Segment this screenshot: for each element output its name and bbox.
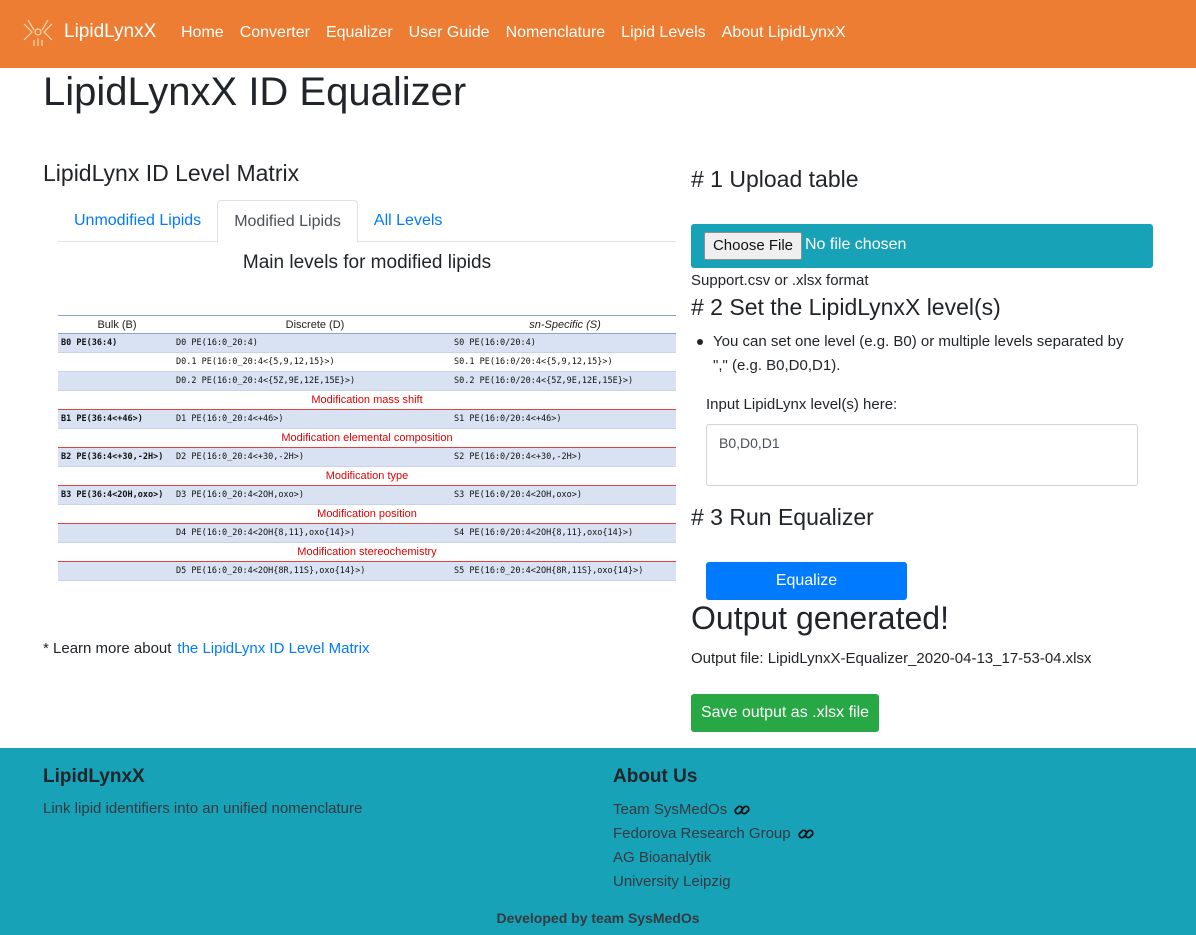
matrix-section-row: Modification elemental composition — [58, 429, 676, 448]
matrix-row: D0.1 PE(16:0_20:4<{5,9,12,15}>) S0.1 PE(1… — [58, 353, 676, 372]
footer-link-label: Fedorova Research Group — [613, 825, 791, 842]
step1-heading: # 1 Upload table — [691, 166, 859, 192]
nav-user-guide[interactable]: User Guide — [409, 24, 490, 42]
matrix-row: D5 PE(16:0_20:4<2OH{8R,11S},oxo{14}>) S5 … — [58, 562, 676, 581]
matrix-cell: S3 PE(16:0/20:4<2OH,oxo>) — [454, 490, 582, 500]
link-icon — [734, 805, 750, 815]
matrix-cell: D0.2 PE(16:0_20:4<{5Z,9E,12E,15E}>) — [176, 376, 356, 386]
matrix-cell: S4 PE(16:0/20:4<2OH{8,11},oxo{14}>) — [454, 528, 634, 538]
footer-about-title: About Us — [613, 766, 698, 787]
matrix-row: B2 PE(36:4<+30,-2H>) D2 PE(16:0_20:4<+30,… — [58, 448, 676, 467]
footer-link-label: AG Bioanalytik — [613, 849, 712, 866]
footer-link-sysmedos[interactable]: Team SysMedOs — [613, 798, 815, 822]
matrix-row: D4 PE(16:0_20:4<2OH{8,11},oxo{14}>) S4 PE… — [58, 524, 676, 543]
matrix-row: B0 PE(36:4) D0 PE(16:0_20:4) S0 PE(16:0/20… — [58, 334, 676, 353]
learn-more: * Learn more about the LipidLynx ID Level… — [43, 640, 369, 657]
level-matrix-table: Bulk (B) Discrete (D) sn-Specific (S) B0… — [58, 315, 676, 581]
learn-more-text: * Learn more about — [43, 640, 172, 657]
matrix-title: LipidLynx ID Level Matrix — [43, 160, 300, 186]
nav-about[interactable]: About LipidLynxX — [722, 24, 846, 42]
matrix-cell: S2 PE(16:0/20:4<+30,-2H>) — [454, 452, 582, 462]
nav-home[interactable]: Home — [181, 24, 224, 42]
nav-nomenclature[interactable]: Nomenclature — [506, 24, 606, 42]
level-input-field[interactable]: B0,D0,D1 — [706, 424, 1138, 486]
footer-credit: Developed by team SysMedOs — [496, 910, 700, 926]
matrix-header-row: Bulk (B) Discrete (D) sn-Specific (S) — [58, 315, 676, 334]
column-header-discrete: Discrete (D) — [285, 319, 345, 331]
link-icon — [797, 829, 814, 839]
matrix-cell: D3 PE(16:0_20:4<2OH,oxo>) — [176, 490, 304, 500]
footer-link-ag-bioanalytik[interactable]: AG Bioanalytik — [613, 846, 815, 870]
matrix-section-row: Modification position — [58, 505, 676, 524]
step2-heading: # 2 Set the LipidLynxX level(s) — [691, 294, 1001, 320]
matrix-cell: D1 PE(16:0_20:4<+46>) — [176, 414, 284, 424]
brand[interactable]: LipidLynxX — [20, 14, 156, 50]
nav-links: Home Converter Equalizer User Guide Nome… — [181, 24, 862, 42]
matrix-cell: D2 PE(16:0_20:4<+30,-2H>) — [176, 452, 304, 462]
equalize-button[interactable]: Equalize — [706, 562, 907, 600]
matrix-cell: B1 PE(36:4<+46>) — [61, 414, 143, 424]
matrix-cell: D4 PE(16:0_20:4<2OH{8,11},oxo{14}>) — [176, 528, 356, 538]
footer-link-label: University Leipzig — [613, 873, 731, 890]
tab-unmodified-lipids[interactable]: Unmodified Lipids — [58, 200, 217, 242]
matrix-cell: S0 PE(16:0/20:4) — [454, 338, 536, 348]
tab-modified-lipids[interactable]: Modified Lipids — [217, 200, 358, 243]
footer: LipidLynxX Link lipid identifiers into a… — [0, 748, 1196, 935]
matrix-cell: B2 PE(36:4<+30,-2H>) — [61, 452, 164, 462]
matrix-cell: D0 PE(16:0_20:4) — [176, 338, 258, 348]
level-matrix-link[interactable]: the LipidLynx ID Level Matrix — [177, 640, 369, 657]
matrix-section-row: Modification mass shift — [58, 391, 676, 410]
nav-converter[interactable]: Converter — [240, 24, 310, 42]
save-output-button[interactable]: Save output as .xlsx file — [691, 694, 879, 732]
column-header-bulk: Bulk (B) — [97, 319, 137, 331]
output-file-name: Output file: LipidLynxX-Equalizer_2020-0… — [691, 650, 1092, 667]
tab-all-levels[interactable]: All Levels — [358, 200, 458, 242]
matrix-cell: S1 PE(16:0/20:4<+46>) — [454, 414, 562, 424]
matrix-cell: S0.1 PE(16:0/20:4<{5,9,12,15}>) — [454, 357, 613, 367]
page-title: LipidLynxX ID Equalizer — [43, 70, 467, 114]
lipidlynxx-logo-icon — [23, 19, 53, 46]
footer-link-fedorova[interactable]: Fedorova Research Group — [613, 822, 815, 846]
footer-tagline: Link lipid identifiers into an unified n… — [43, 800, 363, 817]
file-status: No file chosen — [805, 236, 907, 253]
level-instruction: You can set one level (e.g. B0) or multi… — [697, 330, 1133, 378]
output-title: Output generated! — [691, 600, 949, 636]
matrix-cell: S0.2 PE(16:0/20:4<{5Z,9E,12E,15E}>) — [454, 376, 634, 386]
matrix-row: B3 PE(36:4<2OH,oxo>) D3 PE(16:0_20:4<2OH,… — [58, 486, 676, 505]
footer-links: Team SysMedOs Fedorova Research Group AG… — [613, 798, 815, 894]
step3-heading: # 3 Run Equalizer — [691, 504, 874, 530]
matrix-section-row: Modification stereochemistry — [58, 543, 676, 562]
level-matrix-panel: LipidLynx ID Level Matrix Unmodified Lip… — [43, 160, 683, 657]
footer-link-university-leipzig[interactable]: University Leipzig — [613, 870, 815, 894]
level-input-label: Input LipidLynx level(s) here: — [706, 396, 898, 413]
matrix-heading: Main levels for modified lipids — [242, 252, 492, 273]
matrix-tabs: Unmodified Lipids Modified Lipids All Le… — [58, 200, 676, 243]
matrix-row: B1 PE(36:4<+46>) D1 PE(16:0_20:4<+46>) S1 … — [58, 410, 676, 429]
brand-name: LipidLynxX — [64, 21, 157, 42]
footer-title: LipidLynxX — [43, 766, 145, 787]
file-upload-field[interactable]: Choose File No file chosen — [691, 224, 1153, 268]
footer-link-label: Team SysMedOs — [613, 801, 728, 818]
matrix-section-row: Modification type — [58, 467, 676, 486]
matrix-cell: D5 PE(16:0_20:4<2OH{8R,11S},oxo{14}>) — [176, 566, 366, 576]
column-header-sn-specific: sn-Specific (S) — [529, 319, 601, 331]
nav-equalizer[interactable]: Equalizer — [326, 24, 393, 42]
navbar: LipidLynxX Home Converter Equalizer User… — [0, 0, 1196, 68]
matrix-cell: S5 PE(16:0_20:4<2OH{8R,11S},oxo{14}>) — [454, 566, 644, 576]
matrix-cell: B3 PE(36:4<2OH,oxo>) — [61, 490, 164, 500]
support-format-text: Support.csv or .xlsx format — [691, 272, 869, 289]
matrix-cell: D0.1 PE(16:0_20:4<{5,9,12,15}>) — [176, 357, 335, 367]
matrix-row: D0.2 PE(16:0_20:4<{5Z,9E,12E,15E}>) S0.2 … — [58, 372, 676, 391]
matrix-cell: B0 PE(36:4) — [61, 338, 118, 348]
choose-file-button[interactable]: Choose File — [704, 232, 802, 260]
nav-lipid-levels[interactable]: Lipid Levels — [621, 24, 706, 42]
